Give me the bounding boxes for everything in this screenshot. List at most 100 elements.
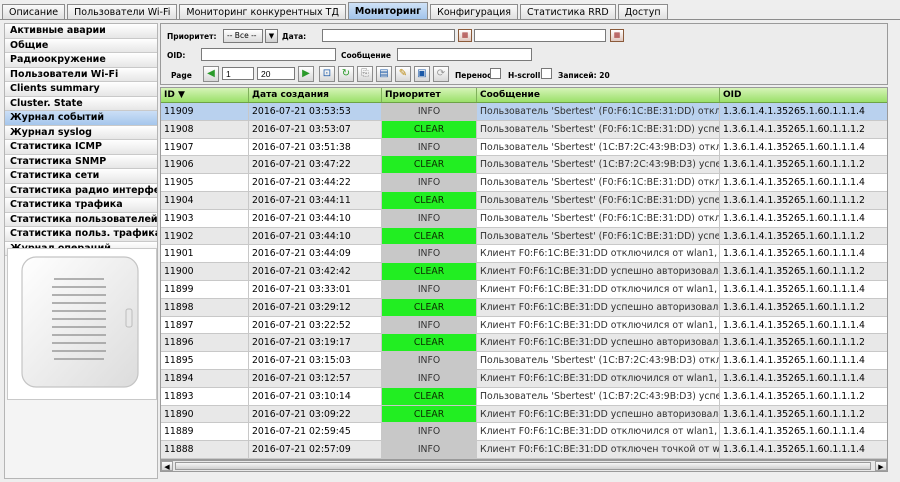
date-to-input[interactable] [474, 29, 606, 42]
tab-0[interactable]: Описание [2, 4, 66, 20]
cell-date: 2016-07-21 03:44:22 [249, 174, 382, 191]
column-id[interactable]: ID ▼ [161, 88, 249, 102]
cell-oid: 1.3.6.1.4.1.35265.1.60.1.1.1.4 [720, 210, 887, 227]
calendar-to-icon[interactable]: ▦ [610, 29, 624, 42]
table-row[interactable]: 11906 2016-07-21 03:47:22 CLEAR Пользовател… [161, 156, 887, 175]
export-icon[interactable]: ⊡ [319, 66, 335, 82]
table-row[interactable]: 11895 2016-07-21 03:15:03 INFO Пользователь… [161, 352, 887, 370]
column-date[interactable]: Дата создания [249, 88, 382, 102]
tab-2[interactable]: Мониторинг конкурентных ТД [179, 4, 346, 20]
table-row[interactable]: 11902 2016-07-21 03:44:10 CLEAR Пользовател… [161, 227, 887, 246]
page-input[interactable] [222, 67, 254, 80]
cell-date: 2016-07-21 03:53:53 [249, 103, 382, 120]
device-image [7, 248, 157, 400]
sidebar-item-12[interactable]: Статистика трафика [5, 198, 157, 213]
sidebar-item-14[interactable]: Статистика польз. трафика [5, 227, 157, 242]
column-priority[interactable]: Приоритет [382, 88, 477, 102]
tab-3[interactable]: Мониторинг [347, 2, 429, 20]
table-row[interactable]: 11898 2016-07-21 03:29:12 CLEAR Клиент F0:F… [161, 298, 887, 317]
page-size-input[interactable] [257, 67, 295, 80]
table-row[interactable]: 11897 2016-07-21 03:22:52 INFO Клиент F0:F6… [161, 316, 887, 335]
table-row[interactable]: 11896 2016-07-21 03:19:17 CLEAR Клиент F0:F… [161, 334, 887, 353]
sidebar-item-9[interactable]: Статистика SNMP [5, 154, 157, 169]
table-row[interactable]: 11904 2016-07-21 03:44:11 CLEAR Пользовател… [161, 192, 887, 210]
horizontal-scrollbar[interactable]: ◀ ▶ [160, 460, 888, 472]
cell-priority: CLEAR [382, 334, 477, 352]
hscroll-checkbox[interactable] [541, 68, 552, 79]
table-row[interactable]: 11899 2016-07-21 03:33:01 INFO Клиент F0:F6… [161, 281, 887, 299]
calendar-from-icon[interactable]: ▦ [458, 29, 472, 42]
table-row[interactable]: 11889 2016-07-21 02:59:45 INFO Клиент F0:F6… [161, 423, 887, 442]
table-row[interactable]: 11908 2016-07-21 03:53:07 CLEAR Пользовател… [161, 120, 887, 139]
table-row[interactable]: 11905 2016-07-21 03:44:22 INFO Пользователь… [161, 174, 887, 192]
table-row[interactable]: 11890 2016-07-21 03:09:22 CLEAR Клиент F0:F… [161, 405, 887, 424]
columns-icon[interactable]: ▤ [376, 66, 392, 82]
save-icon[interactable]: ▣ [414, 66, 430, 82]
cell-priority: INFO [382, 316, 477, 334]
cell-id: 11897 [161, 316, 249, 334]
sidebar-item-2[interactable]: Радиоокружение [5, 53, 157, 68]
table-row[interactable]: 11903 2016-07-21 03:44:10 INFO Пользователь… [161, 209, 887, 228]
sidebar-item-6[interactable]: Журнал событий [5, 111, 157, 126]
sidebar-item-13[interactable]: Статистика пользователей [5, 212, 157, 227]
reload-icon[interactable]: ⟳ [433, 66, 449, 82]
sidebar-item-5[interactable]: Cluster. State [5, 96, 157, 111]
cell-message: Пользователь 'Sbertest' (F0:F6:1C:BE:31:… [477, 209, 720, 227]
refresh-icon[interactable]: ↻ [338, 66, 354, 82]
sidebar-item-3[interactable]: Пользователи Wi-Fi [5, 67, 157, 82]
cell-priority: CLEAR [382, 405, 477, 423]
table-row[interactable]: 11894 2016-07-21 03:12:57 INFO Клиент F0:F6… [161, 370, 887, 388]
cell-id: 11889 [161, 423, 249, 441]
scroll-thumb[interactable] [175, 462, 871, 470]
priority-select[interactable]: -- Все -- [223, 29, 263, 43]
table-row[interactable]: 11907 2016-07-21 03:51:38 INFO Пользователь… [161, 138, 887, 157]
column-message[interactable]: Сообщение [477, 88, 720, 102]
message-input[interactable] [397, 48, 532, 61]
sidebar-item-11[interactable]: Статистика радио интерфейсов [5, 183, 157, 198]
clean-icon[interactable]: ✎ [395, 66, 411, 82]
cell-oid: 1.3.6.1.4.1.35265.1.60.1.1.1.4 [720, 370, 887, 387]
cell-oid: 1.3.6.1.4.1.35265.1.60.1.1.1.2 [720, 156, 887, 173]
sidebar-item-4[interactable]: Clients summary [5, 82, 157, 97]
cell-id: 11893 [161, 387, 249, 405]
table-row[interactable]: 11888 2016-07-21 02:57:09 INFO Клиент F0:F6… [161, 441, 887, 459]
tab-5[interactable]: Статистика RRD [519, 4, 616, 20]
table-row[interactable]: 11901 2016-07-21 03:44:09 INFO Клиент F0:F6… [161, 245, 887, 264]
wrap-label: Перенос [455, 71, 492, 80]
cell-message: Пользователь 'Sbertest' (F0:F6:1C:BE:31:… [477, 120, 720, 138]
cell-date: 2016-07-21 03:51:38 [249, 138, 382, 156]
table-row[interactable]: 11909 2016-07-21 03:53:53 INFO Пользователь… [161, 103, 887, 121]
scroll-right-icon[interactable]: ▶ [875, 461, 887, 471]
cell-oid: 1.3.6.1.4.1.35265.1.60.1.1.1.4 [720, 139, 887, 156]
tab-6[interactable]: Доступ [617, 4, 668, 20]
copy-icon[interactable]: ⎘ [357, 66, 373, 82]
table-row[interactable]: 11893 2016-07-21 03:10:14 CLEAR Пользовател… [161, 387, 887, 406]
cell-oid: 1.3.6.1.4.1.35265.1.60.1.1.1.4 [720, 423, 887, 440]
cell-oid: 1.3.6.1.4.1.35265.1.60.1.1.1.4 [720, 352, 887, 369]
scroll-left-icon[interactable]: ◀ [161, 461, 173, 471]
cell-id: 11909 [161, 103, 249, 120]
date-from-input[interactable] [322, 29, 455, 42]
prev-page-icon[interactable]: ◀ [203, 66, 219, 82]
cell-oid: 1.3.6.1.4.1.35265.1.60.1.1.1.4 [720, 317, 887, 334]
tab-4[interactable]: Конфигурация [430, 4, 518, 20]
cell-date: 2016-07-21 03:10:14 [249, 387, 382, 405]
cell-id: 11900 [161, 263, 249, 280]
sidebar-item-1[interactable]: Общие [5, 38, 157, 53]
sidebar-item-10[interactable]: Статистика сети [5, 169, 157, 184]
table-row[interactable]: 11900 2016-07-21 03:42:42 CLEAR Клиент F0:F… [161, 263, 887, 281]
cell-priority: CLEAR [382, 192, 477, 209]
cell-oid: 1.3.6.1.4.1.35265.1.60.1.1.1.4 [720, 281, 887, 298]
chevron-down-icon[interactable]: ▼ [265, 29, 278, 43]
tab-1[interactable]: Пользователи Wi-Fi [67, 4, 178, 20]
page-label: Page [171, 71, 192, 80]
cell-date: 2016-07-21 03:12:57 [249, 370, 382, 387]
cell-message: Пользователь 'Sbertest' (F0:F6:1C:BE:31:… [477, 192, 720, 209]
column-oid[interactable]: OID [720, 88, 887, 102]
sidebar-item-7[interactable]: Журнал syslog [5, 125, 157, 140]
oid-input[interactable] [201, 48, 336, 61]
next-page-icon[interactable]: ▶ [298, 66, 314, 82]
sidebar-item-8[interactable]: Статистика ICMP [5, 140, 157, 155]
wrap-checkbox[interactable] [490, 68, 501, 79]
sidebar-item-0[interactable]: Активные аварии [5, 24, 157, 39]
